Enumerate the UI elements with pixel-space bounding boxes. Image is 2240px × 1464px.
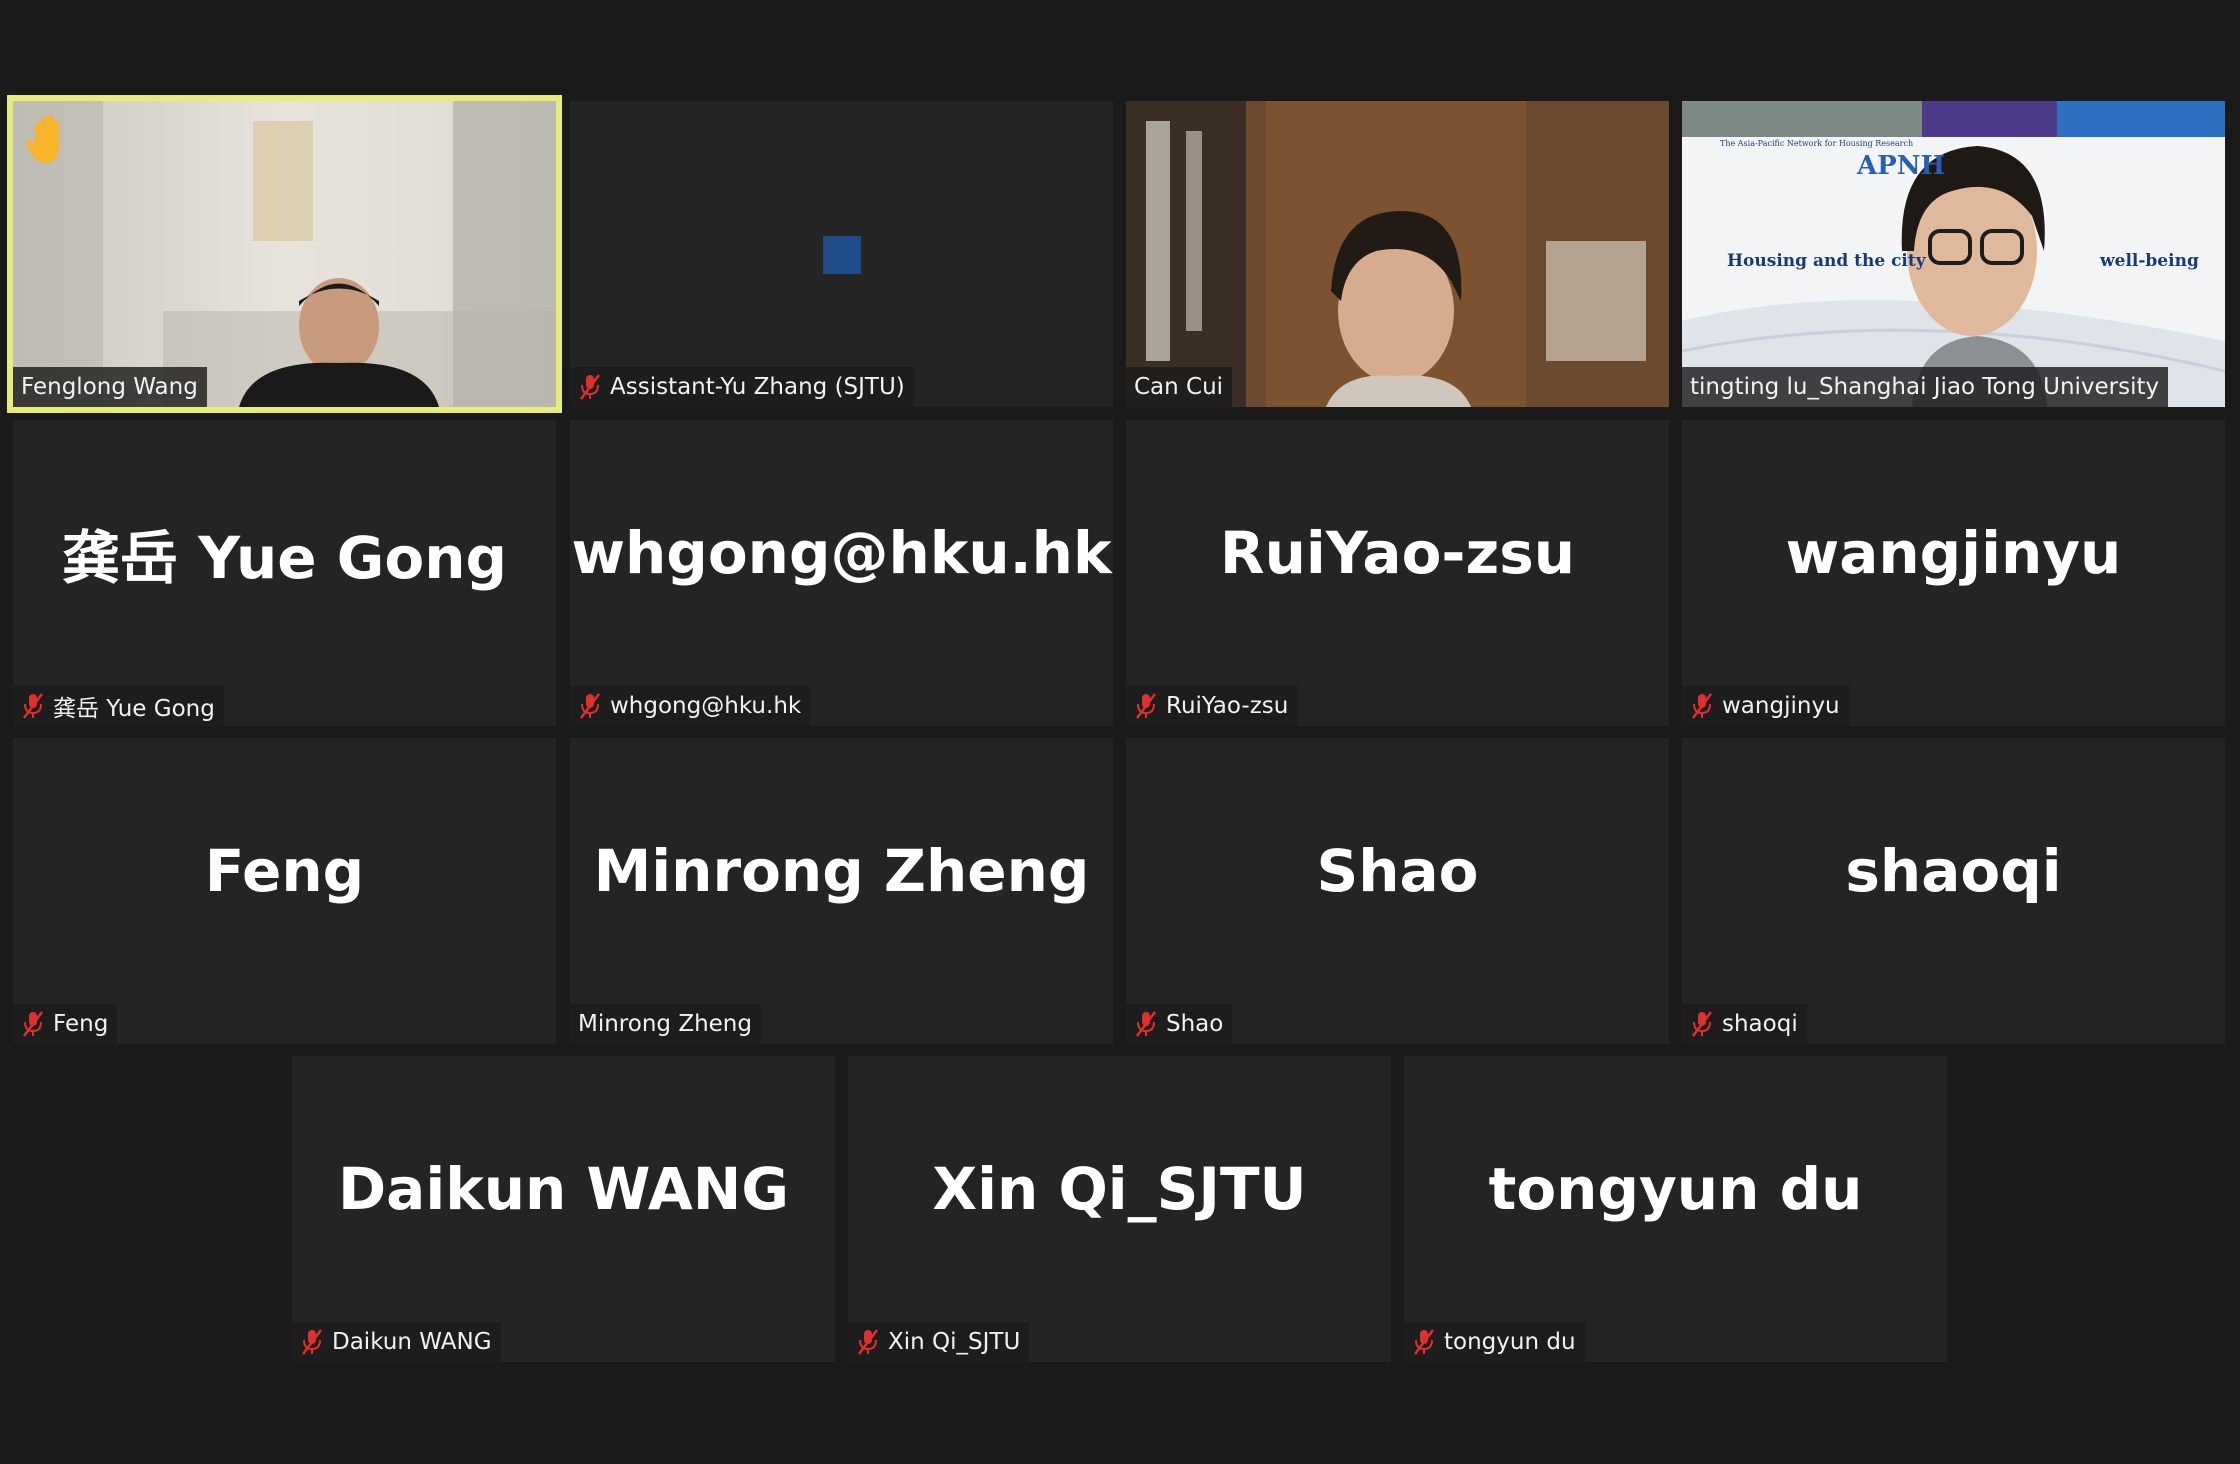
- participant-name: tongyun du: [1444, 1329, 1576, 1355]
- camera-placeholder-icon: [823, 236, 861, 274]
- participant-name-label: whgong@hku.hk: [570, 686, 811, 726]
- participant-name-label: Assistant-Yu Zhang (SJTU): [570, 367, 914, 407]
- participant-name: Feng: [53, 1011, 109, 1037]
- video-feed-can-cui: [1126, 101, 1669, 407]
- participant-name-label: Xin Qi_SJTU: [848, 1322, 1030, 1362]
- participant-name: Shao: [1166, 1011, 1224, 1037]
- participant-name-label: Daikun WANG: [292, 1322, 501, 1362]
- participant-display-name: Feng: [204, 837, 365, 905]
- participant-tile-minrong-zheng[interactable]: Minrong Zheng Minrong Zheng: [570, 738, 1113, 1044]
- participant-name: tingting lu_Shanghai Jiao Tong Universit…: [1690, 374, 2160, 400]
- participant-tile-shaoqi[interactable]: shaoqi shaoqi: [1682, 738, 2225, 1044]
- participant-name-label: 龚岳 Yue Gong: [13, 686, 224, 726]
- slide-headline-right: well-being: [2100, 251, 2199, 271]
- participant-tile-can-cui[interactable]: Can Cui: [1126, 101, 1669, 407]
- participant-name: Fenglong Wang: [21, 374, 198, 400]
- participant-display-name: RuiYao-zsu: [1219, 519, 1576, 587]
- participant-display-name: Daikun WANG: [338, 1155, 789, 1223]
- participant-name-label: wangjinyu: [1682, 686, 1849, 726]
- participant-tile-wangjinyu[interactable]: wangjinyu wangjinyu: [1682, 420, 2225, 726]
- microphone-muted-icon: [302, 1329, 322, 1355]
- participant-tile-shao[interactable]: Shao Shao: [1126, 738, 1669, 1044]
- microphone-muted-icon: [580, 374, 600, 400]
- participant-display-name: Minrong Zheng: [593, 837, 1090, 905]
- slide-acronym: APNH: [1857, 151, 1946, 181]
- participant-tile-feng[interactable]: Feng Feng: [13, 738, 556, 1044]
- participant-tile-ruiyao-zsu[interactable]: RuiYao-zsu RuiYao-zsu: [1126, 420, 1669, 726]
- participant-name: whgong@hku.hk: [610, 693, 802, 719]
- microphone-muted-icon: [23, 1011, 43, 1037]
- participant-name-label: Feng: [13, 1004, 118, 1044]
- participant-display-name: shaoqi: [1845, 837, 2062, 905]
- participant-name: Daikun WANG: [332, 1329, 492, 1355]
- participant-tile-fenglong-wang[interactable]: Fenglong Wang: [7, 95, 562, 413]
- participant-display-name: Shao: [1316, 837, 1479, 905]
- participant-tile-tongyun-du[interactable]: tongyun du tongyun du: [1404, 1056, 1947, 1362]
- microphone-muted-icon: [1414, 1329, 1434, 1355]
- participant-tile-yue-gong[interactable]: 龚岳 Yue Gong 龚岳 Yue Gong: [13, 420, 556, 726]
- participant-name: Xin Qi_SJTU: [888, 1329, 1021, 1355]
- participant-name: wangjinyu: [1722, 693, 1840, 719]
- participant-name: Assistant-Yu Zhang (SJTU): [610, 374, 905, 400]
- participant-name: 龚岳 Yue Gong: [53, 696, 215, 722]
- participant-name-label: RuiYao-zsu: [1126, 686, 1298, 726]
- slide-network-name: The Asia-Pacific Network for Housing Res…: [1720, 139, 1914, 148]
- participant-name: RuiYao-zsu: [1166, 693, 1289, 719]
- participant-name: shaoqi: [1722, 1011, 1798, 1037]
- microphone-muted-icon: [1692, 693, 1712, 719]
- participant-name-label: Shao: [1126, 1004, 1233, 1044]
- microphone-muted-icon: [858, 1329, 878, 1355]
- microphone-muted-icon: [1136, 1011, 1156, 1037]
- microphone-muted-icon: [580, 693, 600, 719]
- participant-display-name: tongyun du: [1488, 1155, 1863, 1223]
- participant-name-label: tingting lu_Shanghai Jiao Tong Universit…: [1682, 367, 2169, 407]
- participant-name-label: tongyun du: [1404, 1322, 1585, 1362]
- participant-display-name: 龚岳 Yue Gong: [61, 524, 508, 592]
- participant-display-name: wangjinyu: [1785, 519, 2122, 587]
- participant-display-name: whgong@hku.hk: [571, 519, 1112, 587]
- participant-display-name: Xin Qi_SJTU: [932, 1155, 1307, 1223]
- participant-tile-tingting-lu[interactable]: The Asia-Pacific Network for Housing Res…: [1682, 101, 2225, 407]
- raised-hand-icon: [26, 115, 59, 164]
- participant-name: Can Cui: [1134, 374, 1224, 400]
- microphone-muted-icon: [1692, 1011, 1712, 1037]
- participant-tile-assistant-yu-zhang[interactable]: Assistant-Yu Zhang (SJTU): [570, 101, 1113, 407]
- participant-name-label: Minrong Zheng: [570, 1004, 761, 1044]
- microphone-muted-icon: [1136, 693, 1156, 719]
- participant-name-label: Can Cui: [1126, 367, 1233, 407]
- slide-headline-left: Housing and the city: [1727, 251, 1926, 271]
- participant-tile-xin-qi[interactable]: Xin Qi_SJTU Xin Qi_SJTU: [848, 1056, 1391, 1362]
- microphone-muted-icon: [23, 693, 43, 719]
- video-feed-fenglong-wang: [13, 101, 556, 407]
- participant-name-label: shaoqi: [1682, 1004, 1807, 1044]
- participant-tile-daikun-wang[interactable]: Daikun WANG Daikun WANG: [292, 1056, 835, 1362]
- participant-name-label: Fenglong Wang: [13, 367, 207, 407]
- participant-name: Minrong Zheng: [578, 1011, 752, 1037]
- participant-tile-whgong[interactable]: whgong@hku.hk whgong@hku.hk: [570, 420, 1113, 726]
